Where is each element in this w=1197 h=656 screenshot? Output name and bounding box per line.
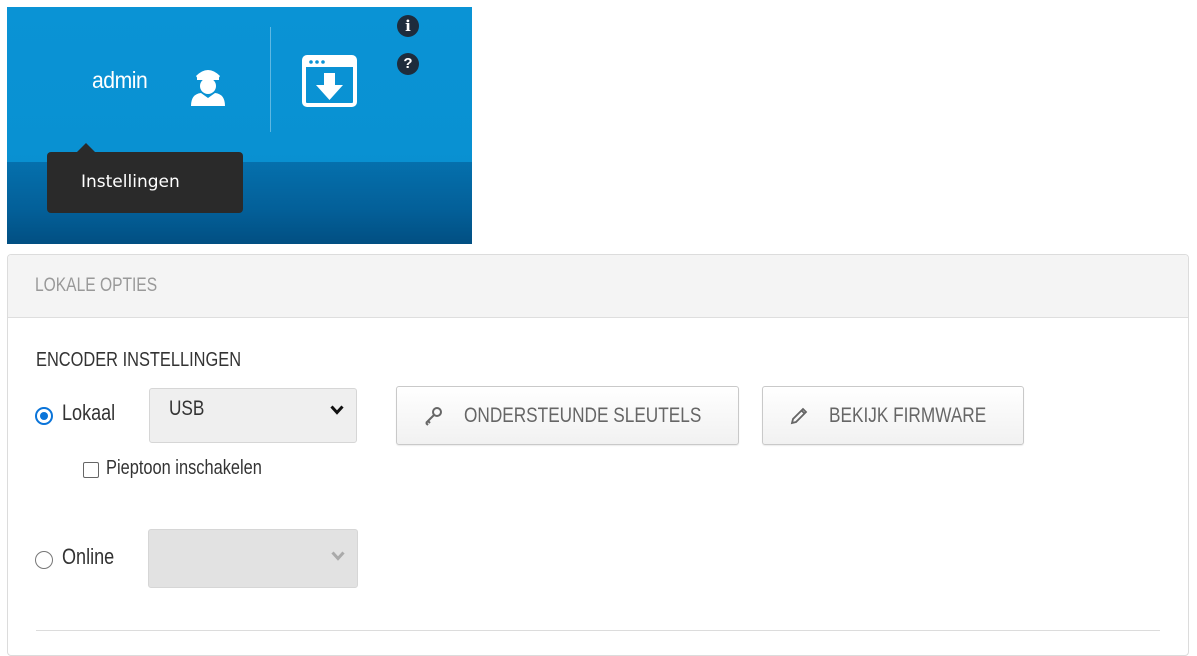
pencil-icon <box>790 407 808 425</box>
section-divider <box>36 630 1160 631</box>
panel-title: LOKALE OPTIES <box>35 275 158 296</box>
view-firmware-label: BEKIJK FIRMWARE <box>829 404 987 427</box>
info-icon[interactable]: i <box>397 15 419 37</box>
encoder-settings-heading: ENCODER INSTELLINGEN <box>36 349 242 371</box>
help-icon[interactable]: ? <box>397 53 419 75</box>
beep-checkbox[interactable] <box>83 462 99 478</box>
username-label[interactable]: admin <box>92 67 148 94</box>
top-navigation-bar: admin i ? Instellingen <box>7 7 472 244</box>
local-radio[interactable] <box>35 407 53 425</box>
settings-tooltip: Instellingen <box>47 143 243 213</box>
local-radio-label[interactable]: Lokaal <box>62 400 115 426</box>
panel-header <box>8 255 1188 318</box>
tooltip-text: Instellingen <box>81 172 180 192</box>
beep-checkbox-label[interactable]: Pieptoon inschakelen <box>106 457 262 480</box>
local-options-panel: LOKALE OPTIES ENCODER INSTELLINGEN Lokaa… <box>7 254 1189 656</box>
online-radio-label[interactable]: Online <box>62 544 114 570</box>
local-encoder-select-value: USB <box>169 397 205 420</box>
online-radio[interactable] <box>35 551 53 569</box>
local-encoder-select[interactable]: USB <box>149 388 357 443</box>
download-icon[interactable] <box>302 55 357 107</box>
chevron-down-icon <box>330 405 344 415</box>
supported-keys-button[interactable]: ONDERSTEUNDE SLEUTELS <box>396 386 739 445</box>
user-icon[interactable] <box>187 62 229 106</box>
chevron-down-icon <box>331 551 345 561</box>
view-firmware-button[interactable]: BEKIJK FIRMWARE <box>762 386 1024 445</box>
online-encoder-select[interactable] <box>148 529 358 588</box>
supported-keys-label: ONDERSTEUNDE SLEUTELS <box>464 404 702 427</box>
key-icon <box>425 407 442 426</box>
header-divider <box>270 27 271 132</box>
